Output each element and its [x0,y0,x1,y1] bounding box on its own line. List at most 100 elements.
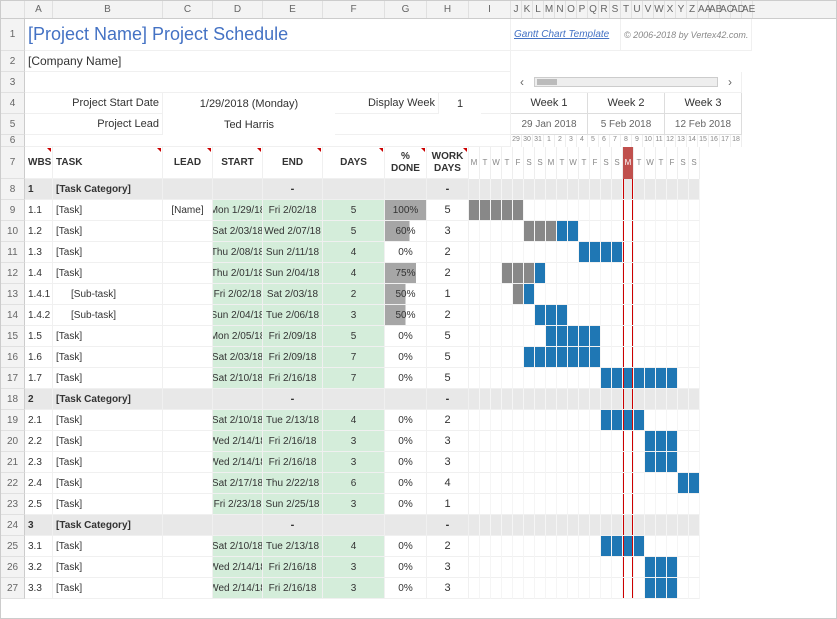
header-pct-done[interactable]: %DONE [385,147,427,179]
row-header-20[interactable]: 20 [1,431,25,452]
cell-pct[interactable]: 60% [385,221,427,242]
row-header-19[interactable]: 19 [1,410,25,431]
col-header-J[interactable]: J [511,1,522,18]
col-header-X[interactable]: X [665,1,676,18]
cell-task[interactable]: [Task] [53,557,163,578]
cell-days[interactable] [323,515,385,536]
row-header-16[interactable]: 16 [1,347,25,368]
col-header-P[interactable]: P [577,1,588,18]
cell-lead[interactable] [163,473,213,494]
cell-lead[interactable] [163,242,213,263]
row-header-13[interactable]: 13 [1,284,25,305]
cell-pct[interactable]: 50% [385,284,427,305]
cell-pct[interactable]: 0% [385,431,427,452]
cell-lead[interactable] [163,557,213,578]
cell-days[interactable]: 4 [323,536,385,557]
cell-end[interactable]: Fri 2/02/18 [263,200,323,221]
cell-days[interactable]: 3 [323,452,385,473]
cell-wbs[interactable]: 1.4.1 [25,284,53,305]
cell-start[interactable]: Mon 2/05/18 [213,326,263,347]
cell-days[interactable]: 3 [323,305,385,326]
col-header-A[interactable]: A [25,1,53,18]
row-header-9[interactable]: 9 [1,200,25,221]
col-header-Q[interactable]: Q [588,1,599,18]
cell-workdays[interactable]: - [427,515,469,536]
cell-task[interactable]: [Task] [53,242,163,263]
cell-workdays[interactable]: 5 [427,347,469,368]
row-header-7[interactable]: 7 [1,147,25,179]
cell-task[interactable]: [Task] [53,368,163,389]
cell-pct[interactable]: 0% [385,410,427,431]
cell-task[interactable]: [Task Category] [53,389,163,410]
col-header-D[interactable]: D [213,1,263,18]
cell-lead[interactable] [163,410,213,431]
cell-workdays[interactable]: 1 [427,284,469,305]
row-header-26[interactable]: 26 [1,557,25,578]
cell-workdays[interactable]: - [427,389,469,410]
col-header-B[interactable]: B [53,1,163,18]
cell-workdays[interactable]: 2 [427,536,469,557]
cell-days[interactable]: 3 [323,494,385,515]
row-header-10[interactable]: 10 [1,221,25,242]
cell-task[interactable]: [Task] [53,410,163,431]
input-project-lead[interactable]: Ted Harris [163,114,335,135]
col-header-U[interactable]: U [632,1,643,18]
cell-workdays[interactable]: 2 [427,410,469,431]
cell-task[interactable]: [Task] [53,431,163,452]
row-header-17[interactable]: 17 [1,368,25,389]
cell-lead[interactable] [163,494,213,515]
cell-start[interactable]: Thu 2/08/18 [213,242,263,263]
col-header-G[interactable]: G [385,1,427,18]
cell-start[interactable]: Sat 2/10/18 [213,368,263,389]
cell-task[interactable]: [Task] [53,221,163,242]
cell-pct[interactable] [385,389,427,410]
header-task[interactable]: TASK [53,147,163,179]
input-display-week[interactable]: 1 [439,93,481,114]
col-header-AB[interactable]: AB [709,1,720,18]
cell-task[interactable]: [Task] [53,473,163,494]
row-header-24[interactable]: 24 [1,515,25,536]
cell-task[interactable]: [Sub-task] [53,284,163,305]
header-start[interactable]: START [213,147,263,179]
cell-wbs[interactable]: 3.3 [25,578,53,599]
cell-task[interactable]: [Task] [53,326,163,347]
cell-end[interactable]: Sun 2/04/18 [263,263,323,284]
cell-task[interactable]: [Sub-task] [53,305,163,326]
col-header-AD[interactable]: AD [731,1,742,18]
cell-days[interactable]: 5 [323,221,385,242]
cell-end[interactable]: Sat 2/03/18 [263,284,323,305]
cell-workdays[interactable]: 5 [427,326,469,347]
cell-wbs[interactable]: 1.2 [25,221,53,242]
cell-workdays[interactable]: 3 [427,578,469,599]
row-header-5[interactable]: 5 [1,114,25,135]
cell-start[interactable]: Wed 2/14/18 [213,452,263,473]
row-header-14[interactable]: 14 [1,305,25,326]
cell-end[interactable]: Thu 2/22/18 [263,473,323,494]
scroll-track[interactable] [534,77,718,87]
cell-lead[interactable] [163,368,213,389]
scroll-left-icon[interactable]: ‹ [514,75,530,89]
cell-lead[interactable] [163,179,213,200]
cell-lead[interactable] [163,431,213,452]
cell-workdays[interactable]: 5 [427,368,469,389]
col-header-S[interactable]: S [610,1,621,18]
col-header-T[interactable]: T [621,1,632,18]
cell-wbs[interactable]: 1.4 [25,263,53,284]
scroll-thumb[interactable] [537,79,557,85]
col-header-Z[interactable]: Z [687,1,698,18]
row-header-3[interactable]: 3 [1,72,25,93]
cell-end[interactable]: - [263,515,323,536]
col-header-O[interactable]: O [566,1,577,18]
cell-end[interactable]: Fri 2/16/18 [263,368,323,389]
company-name[interactable]: [Company Name] [25,51,511,72]
cell-days[interactable]: 4 [323,263,385,284]
cell-task[interactable]: [Task] [53,263,163,284]
cell-end[interactable]: Tue 2/06/18 [263,305,323,326]
cell-wbs[interactable]: 3.1 [25,536,53,557]
cell-days[interactable]: 3 [323,557,385,578]
cell-days[interactable]: 2 [323,284,385,305]
cell-lead[interactable] [163,221,213,242]
cell-workdays[interactable]: - [427,179,469,200]
cell-start[interactable]: Wed 2/14/18 [213,557,263,578]
cell-lead[interactable] [163,515,213,536]
